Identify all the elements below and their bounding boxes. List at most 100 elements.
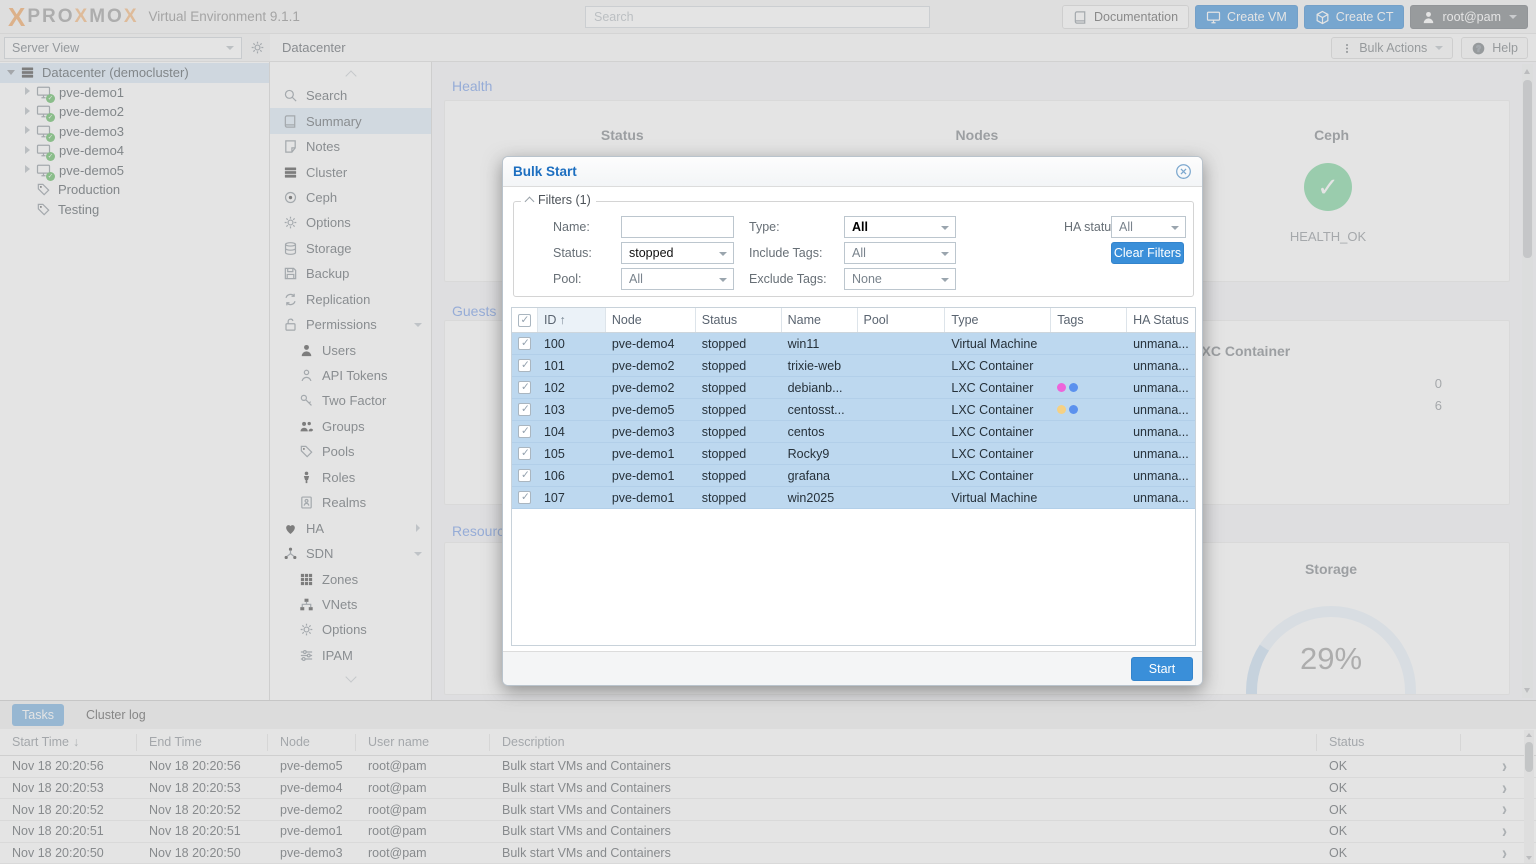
- dialog-title: Bulk Start: [513, 164, 577, 179]
- vm-row-101[interactable]: 101 pve-demo2 stopped trixie-web LXC Contain…: [512, 355, 1195, 377]
- pool-filter-select[interactable]: All: [621, 268, 734, 290]
- close-icon[interactable]: [1175, 163, 1192, 180]
- vm-row-104[interactable]: 104 pve-demo3 stopped centos LXC Container un…: [512, 421, 1195, 443]
- cell-ha-status: unmana...: [1133, 358, 1189, 373]
- cell-id: 103: [543, 402, 565, 417]
- cell-status: stopped: [701, 358, 747, 373]
- cell-node: pve-demo5: [611, 402, 675, 417]
- start-button[interactable]: Start: [1131, 657, 1193, 681]
- cell-pool: [858, 465, 946, 486]
- column-header-select-all[interactable]: [512, 308, 538, 332]
- tag-dot-icon: [1069, 405, 1079, 414]
- select-all-checkbox[interactable]: [517, 313, 531, 327]
- row-checkbox[interactable]: [518, 425, 532, 438]
- cell-status: stopped: [701, 424, 747, 439]
- cell-name: centos: [787, 424, 825, 439]
- column-header-ha-status[interactable]: HA Status: [1127, 308, 1195, 332]
- cell-pool: [858, 333, 946, 354]
- cell-node: pve-demo1: [611, 446, 675, 461]
- cell-ha-status: unmana...: [1133, 402, 1189, 417]
- tag-dot-icon: [1057, 383, 1067, 392]
- cell-type: LXC Container: [951, 446, 1034, 461]
- status-filter-select[interactable]: stopped: [621, 242, 734, 264]
- cell-node: pve-demo4: [611, 336, 675, 351]
- filters-legend-label: Filters (1): [538, 193, 591, 207]
- cell-name: Rocky9: [787, 446, 830, 461]
- grid-header: ID Node Status Name Pool Type Tags HA St…: [512, 308, 1195, 333]
- include-tags-filter-label: Include Tags:: [749, 246, 823, 260]
- row-checkbox[interactable]: [518, 359, 532, 372]
- cell-tags: [1051, 399, 1127, 420]
- column-header-name[interactable]: Name: [782, 308, 858, 332]
- vm-row-105[interactable]: 105 pve-demo1 stopped Rocky9 LXC Container un…: [512, 443, 1195, 465]
- row-checkbox[interactable]: [518, 469, 532, 482]
- cell-id: 102: [543, 380, 565, 395]
- cell-select: [512, 465, 538, 486]
- cell-tags: [1051, 487, 1127, 508]
- cell-status: stopped: [701, 446, 747, 461]
- row-checkbox[interactable]: [518, 337, 532, 350]
- cell-ha-status: unmana...: [1133, 380, 1189, 395]
- cell-id: 104: [543, 424, 565, 439]
- cell-select: [512, 399, 538, 420]
- cell-ha-status: unmana...: [1133, 490, 1189, 505]
- guest-selection-grid: ID Node Status Name Pool Type Tags HA St…: [511, 307, 1196, 646]
- vm-row-106[interactable]: 106 pve-demo1 stopped grafana LXC Container u…: [512, 465, 1195, 487]
- cell-id: 106: [543, 468, 565, 483]
- column-header-node[interactable]: Node: [606, 308, 696, 332]
- cell-status: stopped: [701, 380, 747, 395]
- cell-ha-status: unmana...: [1133, 468, 1189, 483]
- column-header-id[interactable]: ID: [537, 308, 606, 332]
- vm-row-100[interactable]: 100 pve-demo4 stopped win11 Virtual Machine u…: [512, 333, 1195, 355]
- filters-legend[interactable]: Filters (1): [521, 193, 596, 207]
- cell-ha-status: unmana...: [1133, 446, 1189, 461]
- cell-status: stopped: [701, 468, 747, 483]
- name-filter-label: Name:: [553, 220, 590, 234]
- column-header-pool[interactable]: Pool: [858, 308, 946, 332]
- ha-status-filter-select[interactable]: All: [1111, 216, 1186, 238]
- cell-tags: [1051, 333, 1127, 354]
- cell-tags: [1051, 443, 1127, 464]
- column-header-status[interactable]: Status: [696, 308, 782, 332]
- cell-name: debianb...: [787, 380, 843, 395]
- column-header-type[interactable]: Type: [945, 308, 1052, 332]
- cell-node: pve-demo1: [611, 468, 675, 483]
- vm-row-102[interactable]: 102 pve-demo2 stopped debianb... LXC Contain…: [512, 377, 1195, 399]
- cell-status: stopped: [701, 490, 747, 505]
- exclude-tags-filter-value: None: [852, 272, 882, 286]
- type-filter-value: All: [852, 220, 868, 234]
- vm-row-103[interactable]: 103 pve-demo5 stopped centosst... LXC Contai…: [512, 399, 1195, 421]
- proxmox-app: X PROXMOX Virtual Environment 9.1.1 Docu…: [0, 0, 1536, 864]
- cell-name: trixie-web: [787, 358, 842, 373]
- cell-tags: [1051, 355, 1127, 376]
- type-filter-select[interactable]: All: [844, 216, 956, 238]
- cell-pool: [858, 399, 946, 420]
- include-tags-filter-select[interactable]: All: [844, 242, 956, 264]
- cell-status: stopped: [701, 402, 747, 417]
- cell-name: grafana: [787, 468, 831, 483]
- cell-status: stopped: [701, 336, 747, 351]
- collapse-chevron-icon[interactable]: [524, 196, 535, 207]
- row-checkbox[interactable]: [518, 403, 532, 416]
- row-checkbox[interactable]: [518, 381, 532, 394]
- cell-id: 100: [543, 336, 565, 351]
- cell-select: [512, 355, 538, 376]
- cell-name: win2025: [787, 490, 835, 505]
- row-checkbox[interactable]: [518, 491, 532, 504]
- column-header-tags[interactable]: Tags: [1051, 308, 1128, 332]
- type-filter-label: Type:: [749, 220, 780, 234]
- cell-pool: [858, 355, 946, 376]
- exclude-tags-filter-label: Exclude Tags:: [749, 272, 827, 286]
- cell-node: pve-demo3: [611, 424, 675, 439]
- cell-type: Virtual Machine: [951, 490, 1038, 505]
- clear-filters-button[interactable]: Clear Filters: [1111, 242, 1184, 264]
- row-checkbox[interactable]: [518, 447, 532, 460]
- cell-ha-status: unmana...: [1133, 424, 1189, 439]
- pool-filter-value: All: [629, 272, 643, 286]
- cell-pool: [858, 377, 946, 398]
- vm-row-107[interactable]: 107 pve-demo1 stopped win2025 Virtual Machin…: [512, 487, 1195, 509]
- exclude-tags-filter-select[interactable]: None: [844, 268, 956, 290]
- name-filter-input[interactable]: [621, 216, 734, 238]
- cell-select: [512, 487, 538, 508]
- cell-select: [512, 333, 538, 354]
